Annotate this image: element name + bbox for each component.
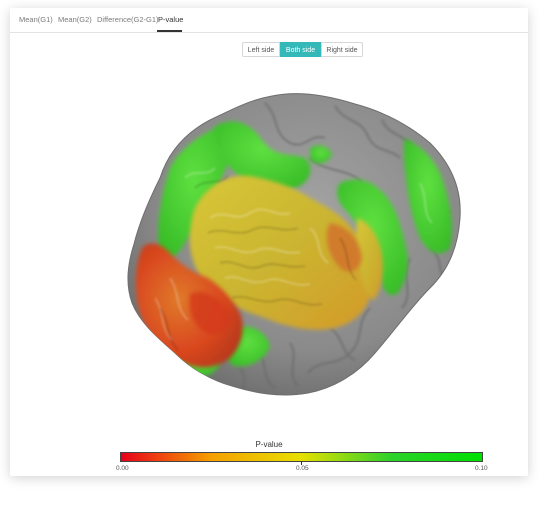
colorbar-mid-label: 0.05 bbox=[296, 465, 309, 472]
colorbar-min-label: 0.00 bbox=[116, 465, 129, 472]
brain-surface-render[interactable] bbox=[10, 8, 528, 428]
viewer-panel: Mean(G1) Mean(G2) Difference(G2-G1) P-va… bbox=[10, 8, 528, 476]
colorbar-max-label: 0.10 bbox=[475, 465, 488, 472]
legend-title: P-value bbox=[255, 440, 283, 449]
